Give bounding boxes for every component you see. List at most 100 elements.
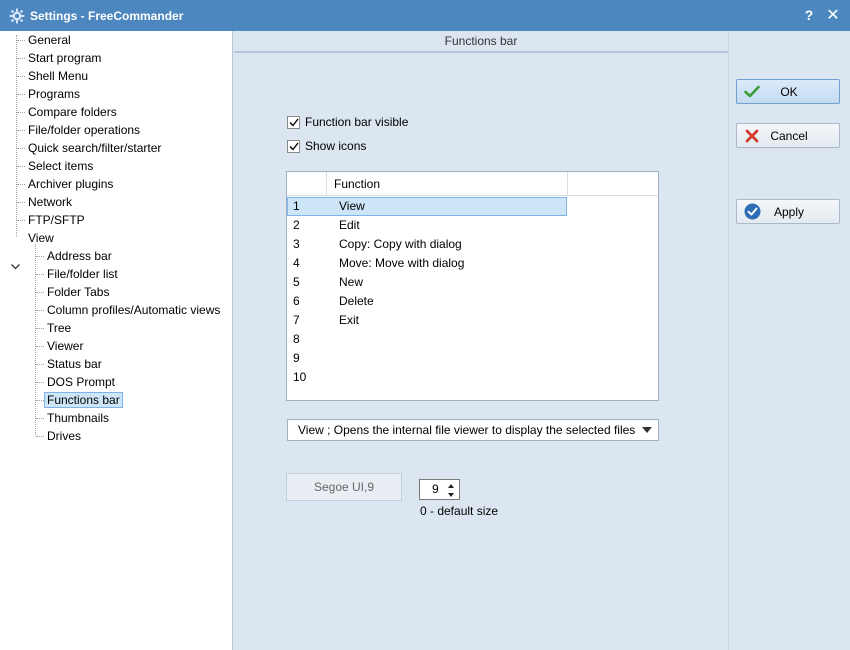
tree-item-label: File/folder operations <box>28 123 141 137</box>
row-number: 6 <box>293 294 300 308</box>
close-icon <box>743 127 761 145</box>
list-item[interactable]: 9 <box>287 349 658 368</box>
tree-connector <box>36 256 44 257</box>
list-item[interactable]: 1 View <box>287 197 658 216</box>
chevron-down-icon[interactable] <box>10 262 20 272</box>
list-item[interactable]: 7 Exit <box>287 311 658 330</box>
tree-item[interactable]: FTP/SFTP <box>25 211 88 229</box>
tree-item[interactable]: Shell Menu <box>25 67 91 85</box>
list-item[interactable]: 3 Copy: Copy with dialog <box>287 235 658 254</box>
tree-item-label: Shell Menu <box>28 69 89 83</box>
gear-icon <box>8 7 26 25</box>
page-title: Functions bar <box>234 31 728 53</box>
list-item[interactable]: 8 <box>287 330 658 349</box>
font-size-value: 9 <box>432 482 439 496</box>
list-header: Function <box>287 172 658 196</box>
dropdown-arrow-icon <box>641 424 653 436</box>
list-item[interactable]: 10 <box>287 368 658 387</box>
apply-label: Apply <box>773 204 805 219</box>
tree-item[interactable]: General <box>25 31 74 49</box>
font-size-stepper[interactable]: 9 <box>419 479 460 500</box>
tree-item[interactable]: Select items <box>25 157 96 175</box>
tree-item-label: Network <box>28 195 73 209</box>
tree-item[interactable]: Address bar <box>44 247 115 265</box>
column-header-number[interactable] <box>287 172 327 196</box>
tree-connector <box>17 40 25 41</box>
tree-item[interactable]: Viewer <box>44 337 86 355</box>
row-number: 4 <box>293 256 300 270</box>
tree-connector <box>17 112 25 113</box>
tree-connector <box>36 328 44 329</box>
tree-item-label: Drives <box>47 429 82 443</box>
tree-item-label: DOS Prompt <box>47 375 116 389</box>
tree-item[interactable]: Compare folders <box>25 103 120 121</box>
row-number: 3 <box>293 237 300 251</box>
tree-connector <box>17 148 25 149</box>
list-item[interactable]: 5 New <box>287 273 658 292</box>
column-header-extra[interactable] <box>568 172 658 196</box>
tree-connector <box>17 94 25 95</box>
show-icons-checkbox[interactable]: Show icons <box>287 138 366 154</box>
check-circle-icon <box>743 203 761 221</box>
row-function: Delete <box>339 294 374 308</box>
tree-item-label: Start program <box>28 51 102 65</box>
help-button[interactable]: ? <box>800 6 818 24</box>
tree-item[interactable]: File/folder list <box>44 265 121 283</box>
tree-item[interactable]: Tree <box>44 319 74 337</box>
tree-item[interactable]: Functions bar <box>44 391 123 409</box>
spin-down-icon[interactable] <box>446 490 456 499</box>
list-item[interactable]: 4 Move: Move with dialog <box>287 254 658 273</box>
row-function: Edit <box>339 218 360 232</box>
selection-highlight <box>287 197 567 216</box>
apply-button[interactable]: Apply <box>736 199 840 224</box>
tree-connector <box>36 274 44 275</box>
row-function: Move: Move with dialog <box>339 256 465 270</box>
spin-up-icon[interactable] <box>446 481 456 490</box>
tree-item-label: Column profiles/Automatic views <box>47 303 221 317</box>
function-list[interactable]: Function 1 View 2 Edit 3 Copy: Copy with dial… <box>286 171 659 401</box>
tree-item-label: FTP/SFTP <box>28 213 85 227</box>
tree-connector <box>17 166 25 167</box>
function-select[interactable]: View ; Opens the internal file viewer to… <box>287 419 659 441</box>
tree-item-label: Functions bar <box>44 392 123 408</box>
tree-item[interactable]: Archiver plugins <box>25 175 116 193</box>
list-item[interactable]: 6 Delete <box>287 292 658 311</box>
tree-connector <box>17 184 25 185</box>
tree-item[interactable]: File/folder operations <box>25 121 143 139</box>
tree-item[interactable]: Column profiles/Automatic views <box>44 301 223 319</box>
close-button[interactable]: ✕ <box>824 6 842 24</box>
column-header-function[interactable]: Function <box>327 172 568 196</box>
tree-item-label: Viewer <box>47 339 84 353</box>
tree-item[interactable]: Network <box>25 193 75 211</box>
tree-connector <box>17 76 25 77</box>
ok-button[interactable]: OK <box>736 79 840 104</box>
font-button[interactable]: Segoe UI,9 <box>286 473 402 501</box>
tree-item[interactable]: Programs <box>25 85 83 103</box>
check-icon <box>287 115 300 129</box>
row-function: Exit <box>339 313 360 327</box>
ok-label: OK <box>780 84 798 99</box>
tree-item[interactable]: Folder Tabs <box>44 283 112 301</box>
list-item[interactable]: 2 Edit <box>287 216 658 235</box>
tree-item-label: Programs <box>28 87 81 101</box>
tree-connector <box>36 436 44 437</box>
tree-item[interactable]: Drives <box>44 427 84 445</box>
tree-item[interactable]: Quick search/filter/starter <box>25 139 164 157</box>
check-icon <box>287 139 300 153</box>
function-bar-visible-checkbox[interactable]: Function bar visible <box>287 114 408 130</box>
row-number: 8 <box>293 332 300 346</box>
row-function: New <box>339 275 364 289</box>
tree-item-label: Folder Tabs <box>47 285 110 299</box>
tree-connector <box>17 58 25 59</box>
tree-item-label: View <box>28 231 54 245</box>
tree-item[interactable]: Thumbnails <box>44 409 112 427</box>
cancel-label: Cancel <box>770 128 808 143</box>
cancel-button[interactable]: Cancel <box>736 123 840 148</box>
tree-item-label: Address bar <box>47 249 112 263</box>
tree-item[interactable]: Start program <box>25 49 104 67</box>
tree-connector <box>36 364 44 365</box>
tree-item[interactable]: View <box>25 229 57 247</box>
tree-item[interactable]: Status bar <box>44 355 105 373</box>
tree-item[interactable]: DOS Prompt <box>44 373 118 391</box>
tree-connector <box>36 292 44 293</box>
